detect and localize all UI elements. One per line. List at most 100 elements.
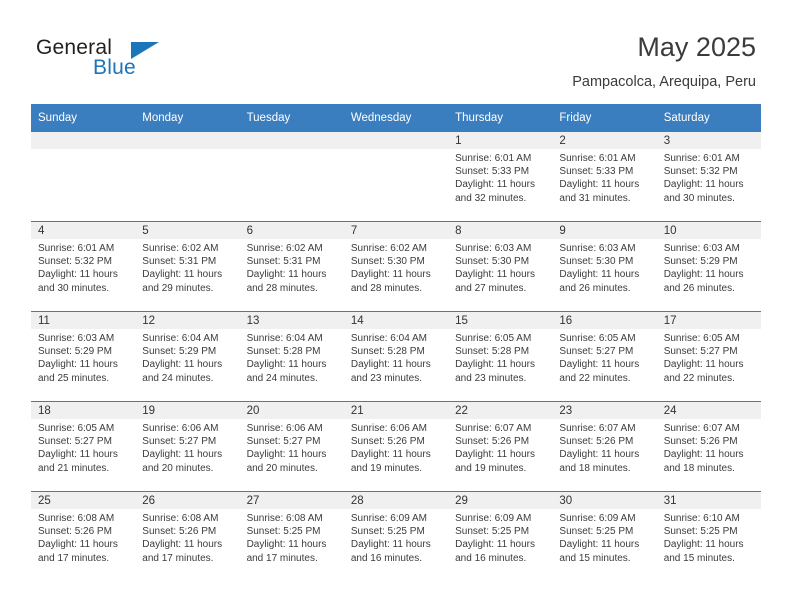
daylight-duration-line2: and 19 minutes. — [455, 462, 527, 474]
sunset-time: Sunset: 5:27 PM — [663, 346, 738, 358]
daylight-duration-line2: and 20 minutes. — [246, 462, 318, 474]
general-blue-logo[interactable]: General Blue — [36, 36, 166, 86]
calendar-day-cell[interactable]: 1 Sunrise: 6:01 AM Sunset: 5:33 PM Daylight… — [448, 131, 553, 222]
daylight-duration-line1: Daylight: 11 hours — [455, 269, 535, 281]
sunrise-time: Sunrise: 6:08 AM — [246, 513, 323, 524]
day-details: Sunrise: 6:07 AM Sunset: 5:26 PM Daylight:… — [448, 419, 552, 475]
calendar-day-cell[interactable]: 21 Sunrise: 6:06 AM Sunset: 5:26 PM Dayligh… — [343, 401, 449, 492]
calendar-week-row: 11 Sunrise: 6:03 AM Sunset: 5:29 PM Dayligh… — [31, 311, 761, 402]
page-header: General Blue May 2025 Pampacolca, Arequi… — [0, 0, 792, 100]
daylight-duration-line2: and 30 minutes. — [663, 192, 735, 204]
daylight-duration-line1: Daylight: 11 hours — [38, 539, 118, 551]
calendar-day-cell[interactable]: 5 Sunrise: 6:02 AM Sunset: 5:31 PM Daylight… — [135, 221, 240, 312]
calendar-day-cell[interactable]: 22 Sunrise: 6:07 AM Sunset: 5:26 PM Dayligh… — [448, 401, 553, 492]
daylight-duration-line1: Daylight: 11 hours — [455, 539, 535, 551]
calendar-day-cell[interactable]: 29 Sunrise: 6:09 AM Sunset: 5:25 PM Dayligh… — [448, 491, 553, 581]
weekday-header-sunday: Sunday — [31, 104, 136, 132]
calendar-day-cell[interactable]: 14 Sunrise: 6:04 AM Sunset: 5:28 PM Dayligh… — [343, 311, 449, 402]
day-number: 16 — [552, 312, 657, 329]
sunrise-time: Sunrise: 6:03 AM — [559, 243, 636, 254]
day-number: 18 — [31, 402, 136, 419]
day-cell-inner: 27 Sunrise: 6:08 AM Sunset: 5:25 PM Dayligh… — [239, 492, 344, 581]
calendar-day-cell[interactable]: 19 Sunrise: 6:06 AM Sunset: 5:27 PM Dayligh… — [135, 401, 240, 492]
daylight-duration-line1: Daylight: 11 hours — [559, 449, 640, 461]
sunrise-time: Sunrise: 6:05 AM — [559, 333, 636, 344]
page-title: May 2025 — [637, 32, 756, 62]
day-number: 8 — [448, 222, 553, 239]
sunrise-time: Sunrise: 6:05 AM — [455, 333, 532, 344]
calendar-day-cell[interactable]: 27 Sunrise: 6:08 AM Sunset: 5:25 PM Dayligh… — [239, 491, 344, 581]
calendar-day-cell[interactable]: 9 Sunrise: 6:03 AM Sunset: 5:30 PM Daylight… — [552, 221, 657, 312]
calendar-day-cell[interactable]: 2 Sunrise: 6:01 AM Sunset: 5:33 PM Daylight… — [552, 131, 657, 222]
calendar-cell-empty — [31, 131, 136, 222]
calendar-day-cell[interactable]: 15 Sunrise: 6:05 AM Sunset: 5:28 PM Dayligh… — [448, 311, 553, 402]
weekday-header-friday: Friday — [552, 104, 657, 132]
sunrise-time: Sunrise: 6:02 AM — [142, 243, 219, 254]
weekday-header-thursday: Thursday — [448, 104, 553, 132]
calendar-day-cell[interactable]: 20 Sunrise: 6:06 AM Sunset: 5:27 PM Dayligh… — [239, 401, 344, 492]
daylight-duration-line1: Daylight: 11 hours — [246, 269, 327, 281]
day-cell-inner: 26 Sunrise: 6:08 AM Sunset: 5:26 PM Dayligh… — [135, 492, 240, 581]
calendar-day-cell[interactable]: 16 Sunrise: 6:05 AM Sunset: 5:27 PM Dayligh… — [552, 311, 657, 402]
day-cell-inner: 28 Sunrise: 6:09 AM Sunset: 5:25 PM Dayligh… — [343, 492, 449, 581]
daylight-duration-line2: and 24 minutes. — [142, 372, 214, 384]
weekday-header-monday: Monday — [135, 104, 240, 132]
calendar-day-cell[interactable]: 28 Sunrise: 6:09 AM Sunset: 5:25 PM Dayligh… — [343, 491, 449, 581]
day-number — [31, 132, 136, 149]
calendar-cell-empty — [343, 131, 449, 222]
day-cell-inner: 12 Sunrise: 6:04 AM Sunset: 5:29 PM Dayligh… — [135, 312, 240, 401]
sunrise-time: Sunrise: 6:05 AM — [663, 333, 740, 344]
day-number: 2 — [552, 132, 657, 149]
calendar-week-row: 18 Sunrise: 6:05 AM Sunset: 5:27 PM Dayligh… — [31, 401, 761, 492]
calendar-week-row: 25 Sunrise: 6:08 AM Sunset: 5:26 PM Dayligh… — [31, 491, 761, 581]
calendar-day-cell[interactable]: 12 Sunrise: 6:04 AM Sunset: 5:29 PM Dayligh… — [135, 311, 240, 402]
sunrise-time: Sunrise: 6:04 AM — [142, 333, 219, 344]
calendar-day-cell[interactable]: 18 Sunrise: 6:05 AM Sunset: 5:27 PM Dayligh… — [31, 401, 136, 492]
sunset-time: Sunset: 5:26 PM — [559, 436, 634, 448]
daylight-duration-line1: Daylight: 11 hours — [38, 359, 118, 371]
day-details: Sunrise: 6:03 AM Sunset: 5:30 PM Daylight:… — [448, 239, 552, 295]
calendar-day-cell[interactable]: 8 Sunrise: 6:03 AM Sunset: 5:30 PM Daylight… — [448, 221, 553, 312]
daylight-duration-line1: Daylight: 11 hours — [38, 449, 118, 461]
day-details: Sunrise: 6:07 AM Sunset: 5:26 PM Daylight:… — [657, 419, 761, 475]
day-details — [135, 149, 239, 152]
calendar-day-cell[interactable]: 25 Sunrise: 6:08 AM Sunset: 5:26 PM Dayligh… — [31, 491, 136, 581]
daylight-duration-line1: Daylight: 11 hours — [246, 539, 327, 551]
day-cell-inner — [31, 132, 136, 221]
day-details: Sunrise: 6:05 AM Sunset: 5:28 PM Daylight:… — [448, 329, 552, 385]
calendar-day-cell[interactable]: 13 Sunrise: 6:04 AM Sunset: 5:28 PM Dayligh… — [239, 311, 344, 402]
daylight-duration-line2: and 23 minutes. — [455, 372, 527, 384]
day-details: Sunrise: 6:05 AM Sunset: 5:27 PM Daylight:… — [31, 419, 135, 475]
sunrise-time: Sunrise: 6:04 AM — [246, 333, 323, 344]
day-details: Sunrise: 6:10 AM Sunset: 5:25 PM Daylight:… — [657, 509, 761, 565]
sunrise-time: Sunrise: 6:09 AM — [559, 513, 636, 524]
weekday-header-saturday: Saturday — [656, 104, 761, 132]
calendar-day-cell[interactable]: 4 Sunrise: 6:01 AM Sunset: 5:32 PM Daylight… — [31, 221, 136, 312]
calendar-day-cell[interactable]: 7 Sunrise: 6:02 AM Sunset: 5:30 PM Daylight… — [343, 221, 449, 312]
day-details — [240, 149, 344, 152]
calendar-page: General Blue May 2025 Pampacolca, Arequi… — [0, 0, 792, 612]
daylight-duration-line1: Daylight: 11 hours — [350, 269, 431, 281]
calendar-day-cell[interactable]: 6 Sunrise: 6:02 AM Sunset: 5:31 PM Daylight… — [239, 221, 344, 312]
daylight-duration-line1: Daylight: 11 hours — [142, 449, 223, 461]
calendar-day-cell[interactable]: 3 Sunrise: 6:01 AM Sunset: 5:32 PM Daylight… — [656, 131, 761, 222]
day-number: 30 — [552, 492, 657, 509]
sunset-time: Sunset: 5:29 PM — [663, 256, 738, 268]
calendar-day-cell[interactable]: 10 Sunrise: 6:03 AM Sunset: 5:29 PM Dayligh… — [656, 221, 761, 312]
calendar-day-cell[interactable]: 26 Sunrise: 6:08 AM Sunset: 5:26 PM Dayligh… — [135, 491, 240, 581]
calendar-day-cell[interactable]: 17 Sunrise: 6:05 AM Sunset: 5:27 PM Dayligh… — [656, 311, 761, 402]
daylight-duration-line2: and 21 minutes. — [38, 462, 110, 474]
day-number: 9 — [552, 222, 657, 239]
calendar-day-cell[interactable]: 24 Sunrise: 6:07 AM Sunset: 5:26 PM Dayligh… — [656, 401, 761, 492]
calendar-day-cell[interactable]: 30 Sunrise: 6:09 AM Sunset: 5:25 PM Dayligh… — [552, 491, 657, 581]
title-block: May 2025 Pampacolca, Arequipa, Peru — [572, 30, 756, 93]
calendar-day-cell[interactable]: 11 Sunrise: 6:03 AM Sunset: 5:29 PM Dayligh… — [31, 311, 136, 402]
sunset-time: Sunset: 5:26 PM — [142, 526, 217, 538]
sunrise-time: Sunrise: 6:06 AM — [246, 423, 323, 434]
sunset-time: Sunset: 5:25 PM — [559, 526, 634, 538]
day-details: Sunrise: 6:02 AM Sunset: 5:30 PM Daylight:… — [344, 239, 448, 295]
day-cell-inner: 13 Sunrise: 6:04 AM Sunset: 5:28 PM Dayligh… — [239, 312, 344, 401]
day-details: Sunrise: 6:02 AM Sunset: 5:31 PM Daylight:… — [135, 239, 239, 295]
calendar-day-cell[interactable]: 31 Sunrise: 6:10 AM Sunset: 5:25 PM Dayligh… — [656, 491, 761, 581]
calendar-day-cell[interactable]: 23 Sunrise: 6:07 AM Sunset: 5:26 PM Dayligh… — [552, 401, 657, 492]
